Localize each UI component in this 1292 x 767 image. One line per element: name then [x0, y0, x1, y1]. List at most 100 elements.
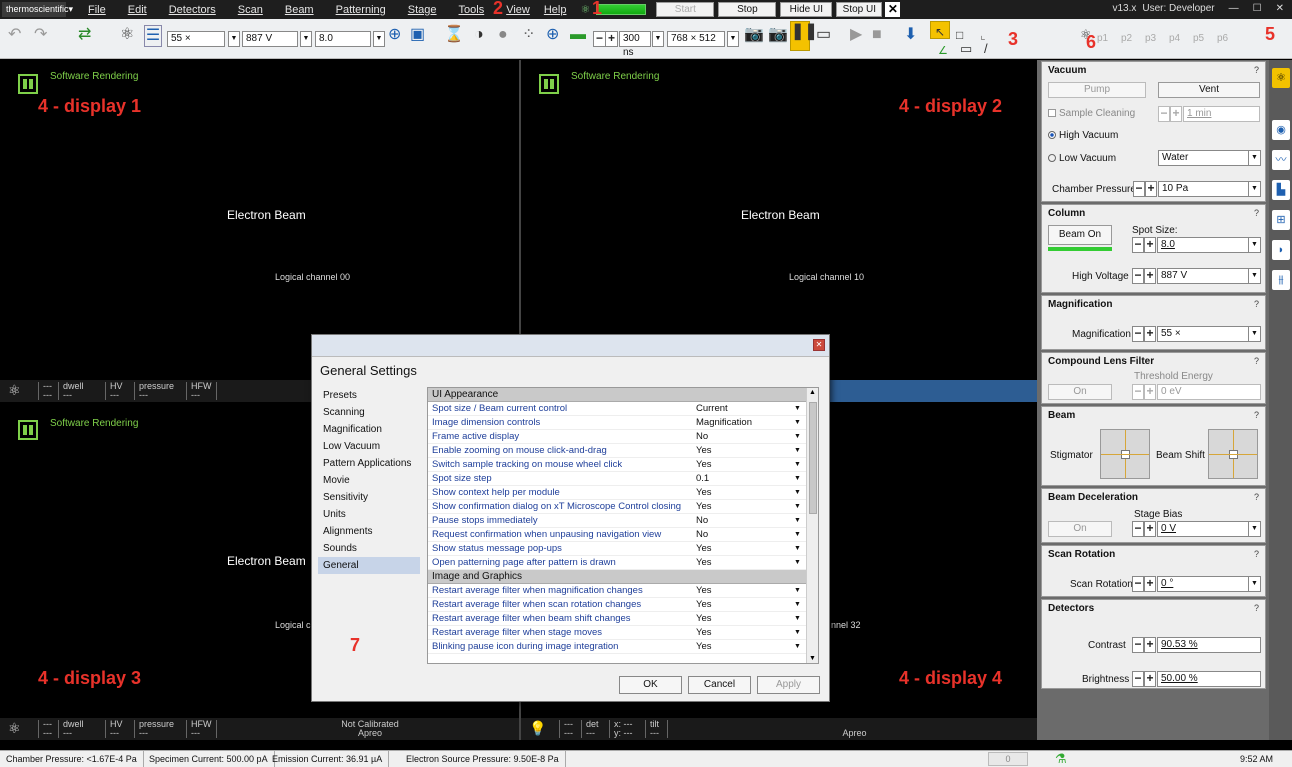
settings-row[interactable]: Show confirmation dialog on xT Microscop… — [428, 500, 818, 514]
pause-icon[interactable] — [18, 74, 38, 94]
scan-mode-icon[interactable]: ☰ — [144, 25, 162, 47]
focus-icon[interactable]: ⁘ — [522, 25, 535, 45]
chevron-down-icon[interactable]: ▼ — [794, 584, 801, 598]
decel-on-button[interactable]: On — [1048, 521, 1112, 537]
cleaning-time-field[interactable]: 1 min — [1183, 106, 1260, 122]
sample-cleaning-checkbox[interactable]: Sample Cleaning — [1048, 108, 1135, 119]
beam-shift-pad[interactable] — [1208, 429, 1258, 479]
settings-row[interactable]: Switch sample tracking on mouse wheel cl… — [428, 458, 818, 472]
preset-p3[interactable]: p3 — [1145, 29, 1156, 49]
angle-icon[interactable]: ∠ — [938, 41, 948, 61]
hv-minus-button[interactable]: − — [1132, 268, 1144, 284]
chevron-down-icon[interactable]: ▼ — [794, 528, 801, 542]
chevron-down-icon[interactable]: ▼ — [794, 444, 801, 458]
rotation-minus-button[interactable]: − — [1132, 576, 1144, 592]
spot-dropdown[interactable]: ▼ — [373, 31, 385, 47]
hide-ui-button[interactable]: Hide UI — [780, 2, 833, 17]
nav-general[interactable]: General — [318, 557, 420, 574]
mag-minus-button[interactable]: − — [1132, 326, 1144, 342]
brightness-plus-button[interactable]: + — [1144, 671, 1156, 687]
start-button[interactable]: Start — [656, 2, 715, 17]
dwell-dropdown[interactable]: ▼ — [652, 31, 664, 47]
settings-row[interactable]: Show context help per module Yes ▼ — [428, 486, 818, 500]
chevron-down-icon[interactable]: ▼ — [794, 416, 801, 430]
threshold-field[interactable]: 0 eV — [1157, 384, 1261, 400]
low-vacuum-radio[interactable]: Low Vacuum — [1048, 153, 1116, 164]
contrast-minus-button[interactable]: − — [1132, 637, 1144, 653]
threshold-plus-button[interactable]: + — [1144, 384, 1156, 400]
setting-value[interactable]: Magnification — [696, 416, 752, 430]
download-icon[interactable]: ⬇ — [904, 25, 917, 45]
help-icon[interactable]: ? — [1254, 356, 1259, 366]
setting-value[interactable]: Yes — [696, 598, 712, 612]
clf-on-button[interactable]: On — [1048, 384, 1112, 400]
bias-plus-button[interactable]: + — [1144, 521, 1156, 537]
stop-icon[interactable]: ■ — [872, 25, 882, 45]
beam-on-button[interactable]: Beam On — [1048, 225, 1112, 245]
resolution-dropdown[interactable]: ▼ — [727, 31, 739, 47]
pump-button[interactable]: Pump — [1048, 82, 1146, 98]
stop-button[interactable]: Stop — [718, 2, 777, 17]
microscope-tab-icon[interactable]: ⚛ — [1272, 68, 1290, 88]
hv-plus-button[interactable]: + — [1144, 268, 1156, 284]
settings-row[interactable]: Show status message pop-ups Yes ▼ — [428, 542, 818, 556]
setting-value[interactable]: Yes — [696, 640, 712, 654]
apply-button[interactable]: Apply — [757, 676, 820, 694]
chevron-down-icon[interactable]: ▼ — [794, 458, 801, 472]
flask-icon[interactable]: ⚗ — [1055, 751, 1067, 767]
chevron-down-icon[interactable]: ▼ — [794, 472, 801, 486]
menu-file[interactable]: File — [88, 4, 106, 16]
settings-row[interactable]: Blinking pause icon during image integra… — [428, 640, 818, 654]
magnification-field[interactable]: 55 × ▼ — [1157, 326, 1261, 342]
chevron-down-icon[interactable]: ▼ — [794, 612, 801, 626]
nav-scanning[interactable]: Scanning — [318, 404, 420, 421]
play-icon[interactable]: ▶ — [850, 25, 862, 45]
camera-icon[interactable]: 📷 — [768, 25, 788, 45]
settings-row[interactable]: Enable zooming on mouse click-and-drag Ye… — [428, 444, 818, 458]
close-icon[interactable]: ✕ — [813, 339, 825, 351]
nav-low-vacuum[interactable]: Low Vacuum — [318, 438, 420, 455]
chevron-down-icon[interactable]: ▼ — [794, 486, 801, 500]
help-icon[interactable]: ? — [1254, 208, 1259, 218]
preset-p6[interactable]: p6 — [1217, 29, 1228, 49]
window-close-icon[interactable]: ✕ — [1276, 3, 1284, 14]
pause-icon[interactable] — [539, 74, 559, 94]
shield-tab-icon[interactable]: ◗ — [1272, 240, 1290, 260]
setting-value[interactable]: Yes — [696, 500, 712, 514]
redo-icon[interactable]: ↷ — [34, 25, 47, 45]
settings-row[interactable]: Spot size / Beam current control Current ▼ — [428, 402, 818, 416]
navigation-tab-icon[interactable]: ⊞ — [1272, 210, 1290, 230]
setting-value[interactable]: No — [696, 514, 708, 528]
high-voltage-field[interactable]: 887 V ▼ — [1157, 268, 1261, 284]
resolution-select[interactable]: 768 × 512 — [667, 31, 725, 47]
chamber-pressure-field[interactable]: 10 Pa ▼ — [1158, 181, 1261, 197]
magnification-select[interactable]: 55 × — [167, 31, 225, 47]
setting-value[interactable]: Yes — [696, 584, 712, 598]
pressure-plus-button[interactable]: + — [1145, 181, 1157, 197]
rectangle-icon[interactable]: ▭ — [960, 39, 972, 59]
nav-sounds[interactable]: Sounds — [318, 540, 420, 557]
stage-bias-field[interactable]: 0 V ▼ — [1157, 521, 1261, 537]
nav-movie[interactable]: Movie — [318, 472, 420, 489]
scan-strip-icon[interactable]: ▭ — [816, 25, 831, 45]
chevron-down-icon[interactable]: ▼ — [794, 640, 801, 654]
pause-icon[interactable]: ❚❚ — [790, 21, 818, 51]
menu-tools[interactable]: Tools — [459, 4, 485, 16]
chevron-down-icon[interactable]: ▼ — [794, 556, 801, 570]
setting-value[interactable]: 0.1 — [696, 472, 709, 486]
setting-value[interactable]: Yes — [696, 542, 712, 556]
scroll-down-icon[interactable]: ▼ — [809, 655, 816, 662]
nav-alignments[interactable]: Alignments — [318, 523, 420, 540]
spot-plus-button[interactable]: + — [1144, 237, 1156, 253]
minimize-icon[interactable]: — — [1229, 3, 1239, 14]
help-icon[interactable]: ? — [1254, 603, 1259, 613]
threshold-minus-button[interactable]: − — [1132, 384, 1144, 400]
time-minus-button[interactable]: − — [1158, 106, 1170, 122]
chevron-down-icon[interactable]: ▼ — [794, 430, 801, 444]
spot-size-field[interactable]: 8.0 ▼ — [1157, 237, 1261, 253]
nav-magnification[interactable]: Magnification — [318, 421, 420, 438]
chevron-down-icon[interactable]: ▼ — [794, 626, 801, 640]
settings-row[interactable]: Spot size step 0.1 ▼ — [428, 472, 818, 486]
setting-value[interactable]: Yes — [696, 444, 712, 458]
vertical-scrollbar[interactable]: ▲ ▼ — [806, 388, 818, 663]
